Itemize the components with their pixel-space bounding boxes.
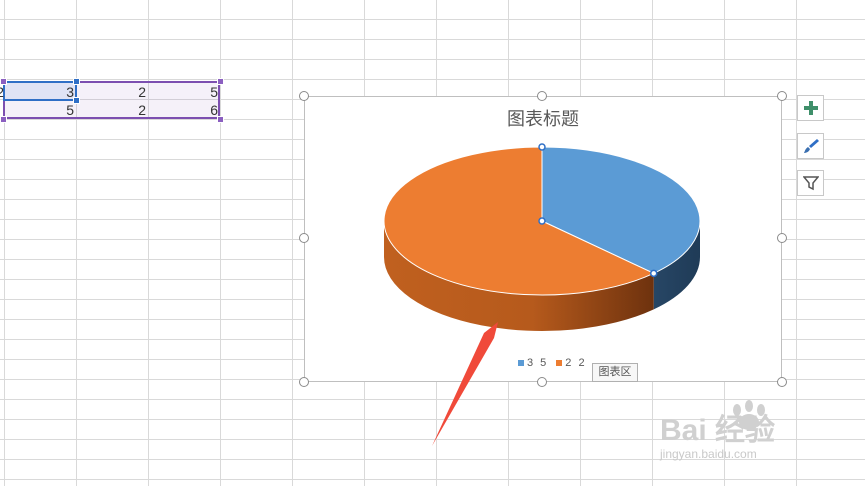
chart-resize-handle-tr[interactable] — [777, 91, 787, 101]
cell-r2-c2[interactable]: 2 — [78, 101, 146, 120]
cell-r1-c1[interactable]: 3 — [6, 83, 74, 102]
chart-legend[interactable]: 3 5 2 2 — [518, 357, 587, 369]
range-handle-top-left[interactable] — [0, 78, 7, 85]
watermark-brand: Bai 经验 — [660, 413, 775, 447]
chart-area-tooltip: 图表区 — [592, 363, 638, 382]
chart-resize-handle-br[interactable] — [777, 377, 787, 387]
range-handle-bottom-left[interactable] — [0, 116, 7, 123]
legend-swatch-2 — [556, 360, 563, 366]
brush-icon — [803, 139, 819, 153]
chart-styles-button[interactable] — [797, 133, 824, 159]
legend-swatch-1 — [518, 360, 524, 366]
chart-title[interactable]: 图表标题 — [304, 105, 782, 131]
chart-resize-handle-bm[interactable] — [537, 377, 547, 387]
chart-resize-handle-mr[interactable] — [777, 233, 787, 243]
legend-label-1: 3 5 — [527, 357, 549, 369]
watermark-url: jingyan.baidu.com — [660, 447, 757, 461]
range-handle-active-corner[interactable] — [73, 97, 80, 104]
filter-icon — [802, 176, 819, 191]
legend-item-1[interactable]: 3 5 — [518, 357, 548, 369]
chart-resize-handle-bl[interactable] — [299, 377, 309, 387]
range-handle-top-mid[interactable] — [73, 78, 80, 85]
cell-r1-c3[interactable]: 5 — [150, 83, 218, 102]
range-handle-top-right[interactable] — [217, 78, 224, 85]
legend-label-2: 2 2 — [565, 357, 587, 369]
plus-icon — [803, 101, 818, 115]
legend-item-2[interactable]: 2 2 — [556, 357, 586, 369]
range-handle-bottom-right[interactable] — [217, 116, 224, 123]
cell-r1-c2[interactable]: 2 — [78, 83, 146, 102]
chart-resize-handle-ml[interactable] — [299, 233, 309, 243]
cell-row-prefix[interactable]: 2 — [0, 83, 4, 102]
chart-elements-button[interactable] — [797, 95, 824, 121]
chart-resize-handle-tm[interactable] — [537, 91, 547, 101]
chart-area[interactable] — [304, 96, 782, 382]
chart-filters-button[interactable] — [797, 170, 824, 196]
cell-r2-c1[interactable]: 5 — [6, 101, 74, 120]
cell-r2-c3[interactable]: 6 — [150, 101, 218, 120]
chart-resize-handle-tl[interactable] — [299, 91, 309, 101]
